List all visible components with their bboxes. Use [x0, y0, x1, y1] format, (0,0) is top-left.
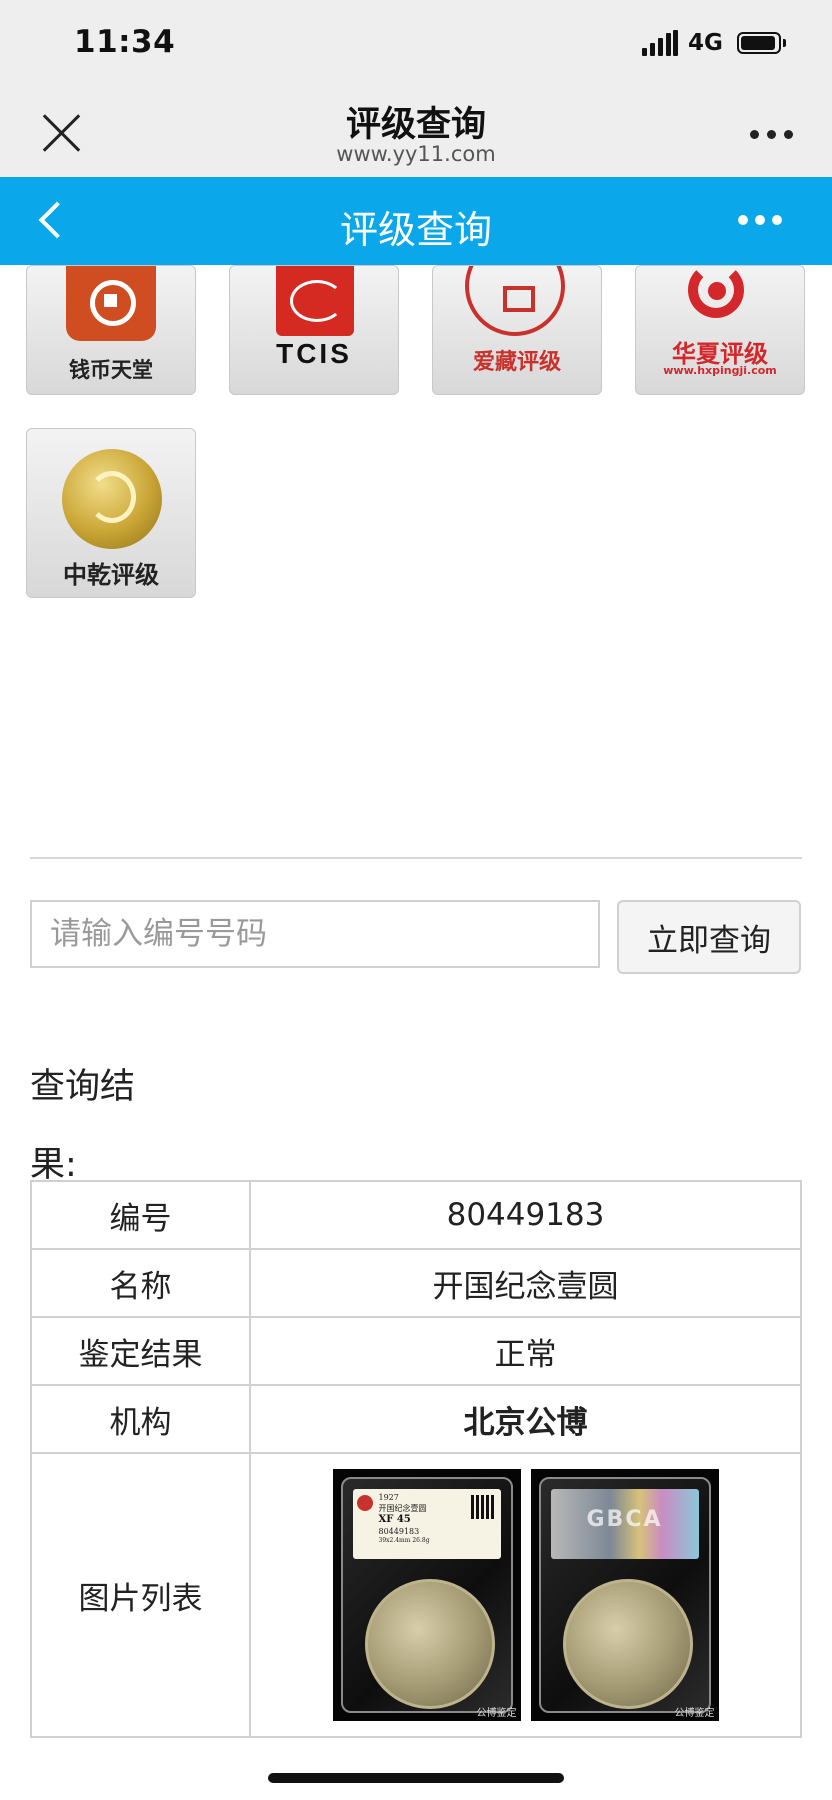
battery-icon: [737, 32, 786, 54]
slab-label: 1927 开国纪念壹圆 XF 45 80449183 39x2.4mm 26.8…: [352, 1489, 501, 1559]
browser-header: 评级查询 www.yy11.com: [0, 90, 832, 178]
row-key: 编号: [30, 1180, 251, 1250]
section-divider: [30, 857, 802, 859]
photo-list-cell: 1927 开国纪念壹圆 XF 45 80449183 39x2.4mm 26.8…: [249, 1452, 802, 1738]
table-row: 编号 80449183: [30, 1180, 802, 1250]
label-serial: 80449183: [378, 1527, 420, 1536]
hologram-brand: GBCA: [586, 1507, 663, 1532]
grader-url: www.hxpingji.com: [663, 364, 777, 377]
label-grade: XF 45: [378, 1514, 411, 1525]
table-row: 图片列表 1927 开国纪念壹圆 XF 45 80449183 39x2.4mm…: [30, 1452, 802, 1738]
label-year: 1927: [378, 1493, 399, 1502]
grader-label: 爱藏评级: [472, 350, 561, 375]
grader-tile-zhongqian[interactable]: 中乾评级: [26, 428, 196, 598]
table-row: 鉴定结果 正常: [30, 1316, 802, 1386]
more-options-icon[interactable]: [748, 128, 796, 140]
page-url: www.yy11.com: [336, 142, 496, 166]
grader-tile-aicang[interactable]: 爱藏评级: [432, 265, 602, 395]
institution-value: 北京公博: [249, 1384, 802, 1454]
row-key: 机构: [30, 1384, 251, 1454]
huaxia-dragon-icon: [678, 266, 756, 332]
serial-number-value: 80449183: [249, 1180, 802, 1250]
grader-label: 钱币天堂: [69, 358, 153, 382]
grader-tile-huaxia[interactable]: 华夏评级 www.hxpingji.com: [635, 265, 805, 395]
network-type: 4G: [688, 30, 723, 56]
photo-watermark: 公博鉴定: [476, 1708, 517, 1719]
tcis-seal-icon: [276, 266, 354, 336]
signal-icon: [642, 30, 678, 56]
coin-image: [364, 1579, 495, 1709]
coin-photo-front[interactable]: 1927 开国纪念壹圆 XF 45 80449183 39x2.4mm 26.8…: [332, 1469, 521, 1721]
qianbi-logo-icon: [66, 266, 156, 341]
grader-label: 中乾评级: [63, 561, 159, 589]
qr-code-icon: [470, 1495, 495, 1519]
label-name: 开国纪念壹圆: [378, 1504, 427, 1513]
result-table: 编号 80449183 名称 开国纪念壹圆 鉴定结果 正常 机构 北京公博 图片…: [30, 1180, 802, 1738]
status-bar: 11:34 4G: [0, 0, 832, 90]
photo-watermark: 公博鉴定: [674, 1708, 715, 1719]
grader-tile-tcis[interactable]: TCIS: [229, 265, 399, 395]
row-key: 图片列表: [30, 1452, 251, 1738]
appraisal-result-value: 正常: [249, 1316, 802, 1386]
hologram-label: GBCA: [550, 1489, 699, 1559]
aicang-coin-icon: [465, 266, 565, 336]
home-indicator[interactable]: [268, 1773, 564, 1783]
table-row: 名称 开国纪念壹圆: [30, 1248, 802, 1318]
grader-seal-icon: [356, 1495, 373, 1511]
status-time: 11:34: [74, 24, 176, 60]
query-button[interactable]: 立即查询: [617, 900, 801, 974]
row-key: 名称: [30, 1248, 251, 1318]
coin-image: [562, 1579, 693, 1709]
app-bar: 评级查询: [0, 177, 832, 265]
table-row: 机构 北京公博: [30, 1384, 802, 1454]
tcis-wordmark: TCIS: [276, 338, 352, 369]
app-bar-title: 评级查询: [339, 208, 492, 252]
serial-number-input[interactable]: [30, 900, 600, 968]
row-key: 鉴定结果: [30, 1316, 251, 1386]
coin-name-value: 开国纪念壹圆: [249, 1248, 802, 1318]
grader-tile-qianbi[interactable]: 钱币天堂: [26, 265, 196, 395]
menu-dots-icon[interactable]: [736, 213, 784, 227]
zhongqian-coin-icon: [62, 449, 162, 549]
page-title: 评级查询: [345, 105, 486, 145]
coin-photo-back[interactable]: GBCA 公博鉴定: [530, 1469, 719, 1721]
label-spec: 39x2.4mm 26.8g: [378, 1537, 430, 1544]
